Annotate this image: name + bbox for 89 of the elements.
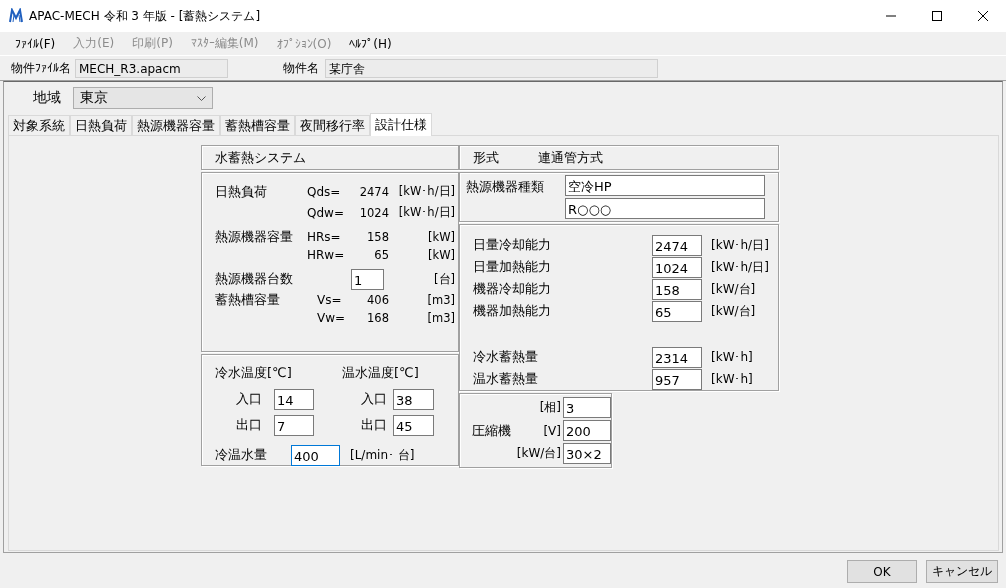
unit-label: [kW/台] [516, 445, 561, 462]
tab[interactable]: 夜間移行率 [295, 115, 370, 135]
dialog-button[interactable]: OK [847, 560, 917, 583]
unit-label: [kW] [427, 247, 455, 262]
field-label: 圧縮機 [472, 421, 512, 440]
unit-label: [kW/台] [711, 302, 756, 320]
close-icon [978, 11, 988, 21]
unit-label: [相] [539, 399, 561, 416]
unit-label: [kW･h] [711, 372, 753, 386]
field-label: 入口 [235, 390, 263, 408]
symbol-label: Qdw= [307, 205, 345, 220]
symbol-label: Vw= [316, 310, 347, 325]
chevron-icon [197, 95, 206, 101]
field-label: 出口 [235, 416, 263, 434]
field-label: 冷温水量 [215, 446, 268, 464]
input-field[interactable]: 1024 [652, 256, 702, 278]
input-field[interactable]: 7 [274, 414, 314, 436]
input-field[interactable]: 65 [652, 300, 702, 322]
input-field[interactable]: 空冷HP [565, 175, 765, 196]
field-label: 機器冷却能力 [473, 280, 552, 298]
menu-item[interactable]: ﾍﾙﾌﾟ(H) [340, 36, 401, 51]
unit-label: [台] [433, 271, 455, 287]
field-label: 熱源機器容量 [215, 228, 294, 246]
dialog-button[interactable]: キャンセル [926, 560, 998, 583]
field-label: 物件名 [282, 59, 320, 77]
unit-label: [kW･h/日] [397, 205, 455, 220]
logo-icon [9, 8, 23, 24]
field-label: 温水蓄熱量 [473, 370, 539, 388]
input-field[interactable]: 2474 [652, 234, 702, 256]
value-text: 2474 [358, 184, 389, 199]
value-text: 連通管方式 [538, 148, 603, 167]
field-label: 入口 [360, 390, 387, 408]
unit-label: [kW･h/日] [397, 184, 455, 199]
field-label: 形式 [473, 148, 500, 167]
window-title: APAC-MECH 令和 3 年版 - [蓄熱システム] [29, 7, 261, 25]
unit-label: [kW･h] [711, 350, 753, 364]
region-dropdown[interactable]: 東京 [73, 87, 213, 109]
value-text: 406 [366, 293, 389, 307]
group-title: 温水温度[℃] [342, 364, 419, 382]
unit-label: [V] [543, 423, 561, 438]
value-text: 168 [366, 310, 389, 325]
field-label: 出口 [360, 416, 387, 434]
symbol-label: Qds= [307, 184, 342, 199]
unit-label: [kW･h/日] [711, 258, 769, 276]
tab[interactable]: 設計仕様 [370, 113, 432, 136]
input-field[interactable]: 30×2 [563, 443, 611, 464]
symbol-label: Vs= [316, 293, 343, 307]
menu-item[interactable]: ﾌｧｲﾙ(F) [6, 36, 65, 51]
maximize-icon [932, 11, 942, 21]
unit-label: [m3] [426, 310, 455, 325]
group-title: 冷水温度[℃] [215, 364, 293, 382]
symbol-label: HRw= [307, 247, 346, 262]
field-label: 日熱負荷 [215, 182, 268, 201]
unit-label: [kW･h/日] [711, 236, 769, 254]
input-field[interactable]: 45 [393, 414, 434, 436]
field-label: 地域 [32, 89, 62, 107]
field-label: 蓄熱槽容量 [215, 291, 281, 309]
symbol-label: HRs= [307, 230, 342, 244]
tab[interactable]: 対象系統 [8, 115, 70, 135]
field-label: 冷水蓄熱量 [473, 348, 539, 366]
input-field[interactable]: 158 [652, 278, 702, 300]
unit-label: [m3] [426, 293, 455, 307]
input-field[interactable]: 1 [351, 268, 384, 290]
tab[interactable]: 蓄熱槽容量 [220, 115, 295, 135]
input-field[interactable]: 2314 [652, 346, 702, 368]
field-label: 機器加熱能力 [473, 302, 552, 320]
value-text: 158 [366, 230, 389, 244]
tab[interactable]: 熱源機器容量 [132, 115, 220, 135]
field-label: 日量冷却能力 [473, 236, 552, 254]
field-label: 日量加熱能力 [473, 258, 552, 276]
input-field[interactable]: 200 [563, 420, 611, 441]
input-field[interactable]: 957 [652, 368, 702, 390]
value-text: 65 [373, 247, 389, 262]
field-label: 物件ﾌｧｲﾙ名 [10, 59, 72, 77]
section-title: 水蓄熱システム [215, 148, 306, 167]
input-field[interactable]: 某庁舎 [325, 58, 658, 78]
unit-label: [kW/台] [711, 280, 756, 298]
input-field[interactable]: 400 [291, 444, 340, 466]
unit-label: [L/min･ 台] [350, 446, 415, 464]
tab[interactable]: 日熱負荷 [70, 115, 132, 135]
value-text: 1024 [358, 205, 389, 220]
input-field[interactable]: MECH_R3.apacm [75, 58, 228, 78]
field-label: 熱源機器台数 [215, 270, 294, 288]
field-label: 熱源機器種類 [466, 178, 545, 196]
unit-label: [kW] [427, 230, 455, 244]
input-field[interactable]: 14 [274, 388, 314, 410]
input-field[interactable]: 38 [393, 388, 434, 410]
input-field[interactable]: R○○○ [565, 198, 765, 219]
input-field[interactable]: 3 [563, 397, 611, 418]
